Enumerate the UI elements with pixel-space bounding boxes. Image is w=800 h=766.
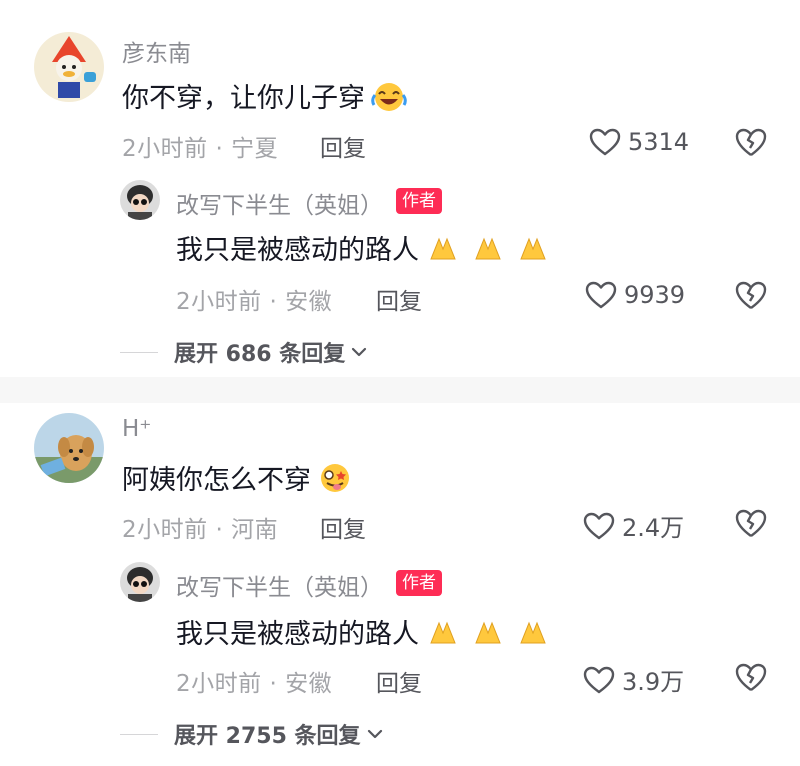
broken-heart-icon[interactable] <box>734 507 768 539</box>
heart-icon <box>583 666 615 693</box>
comment-author[interactable]: 彦东南 <box>122 34 191 68</box>
reply-author[interactable]: 改写下半生（英姐） <box>176 186 383 220</box>
reply-button[interactable]: 回复 <box>320 129 366 163</box>
comment-time-location: 2小时前 · 宁夏 <box>122 136 279 162</box>
starstruck-tongue-emoji <box>317 462 353 494</box>
reply-button[interactable]: 回复 <box>376 664 422 698</box>
avatar[interactable] <box>120 180 160 220</box>
like-count: 5314 <box>628 128 690 156</box>
avatar[interactable] <box>34 32 104 102</box>
reply-text: 我只是被感动的路人 <box>176 228 555 267</box>
broken-heart-icon[interactable] <box>734 126 768 158</box>
expand-replies-button[interactable]: 展开 686 条回复 <box>120 336 367 368</box>
praying-hands-emoji <box>425 233 555 263</box>
comment-text: 你不穿，让你儿子穿 <box>122 76 407 115</box>
like-button[interactable]: 2.4万 <box>582 508 684 543</box>
reply-button[interactable]: 回复 <box>376 282 422 316</box>
like-count: 3.9万 <box>622 668 685 696</box>
divider <box>120 351 158 353</box>
avatar[interactable] <box>34 413 104 483</box>
like-button[interactable]: 3.9万 <box>582 662 684 697</box>
like-count: 9939 <box>624 281 686 309</box>
broken-heart-icon[interactable] <box>734 279 768 311</box>
broken-heart-icon[interactable] <box>734 661 768 693</box>
avatar[interactable] <box>120 562 160 602</box>
chevron-down-icon <box>367 729 382 739</box>
comment-separator <box>0 377 800 403</box>
reply-text: 我只是被感动的路人 <box>176 612 555 651</box>
like-button[interactable]: 5314 <box>588 127 689 157</box>
like-count: 2.4万 <box>622 514 685 542</box>
comment-text: 阿姨你怎么不穿 <box>122 458 353 497</box>
reply-author[interactable]: 改写下半生（英姐） <box>176 568 383 602</box>
reply-time-location: 2小时前 · 安徽 <box>176 671 333 697</box>
comment-author[interactable]: H⁺ <box>122 416 151 442</box>
heart-icon <box>583 512 615 539</box>
expand-replies-button[interactable]: 展开 2755 条回复 <box>120 718 383 750</box>
reply-button[interactable]: 回复 <box>320 510 366 544</box>
divider <box>120 733 158 735</box>
heart-icon <box>585 281 617 309</box>
comment-time-location: 2小时前 · 河南 <box>122 517 279 543</box>
praying-hands-emoji <box>425 617 555 647</box>
author-tag: 作者 <box>396 570 442 596</box>
laughing-crying-emoji <box>371 80 407 112</box>
chevron-down-icon <box>352 347 367 357</box>
like-button[interactable]: 9939 <box>584 280 685 310</box>
author-tag: 作者 <box>396 188 442 214</box>
heart-icon <box>589 128 621 156</box>
reply-time-location: 2小时前 · 安徽 <box>176 289 333 315</box>
